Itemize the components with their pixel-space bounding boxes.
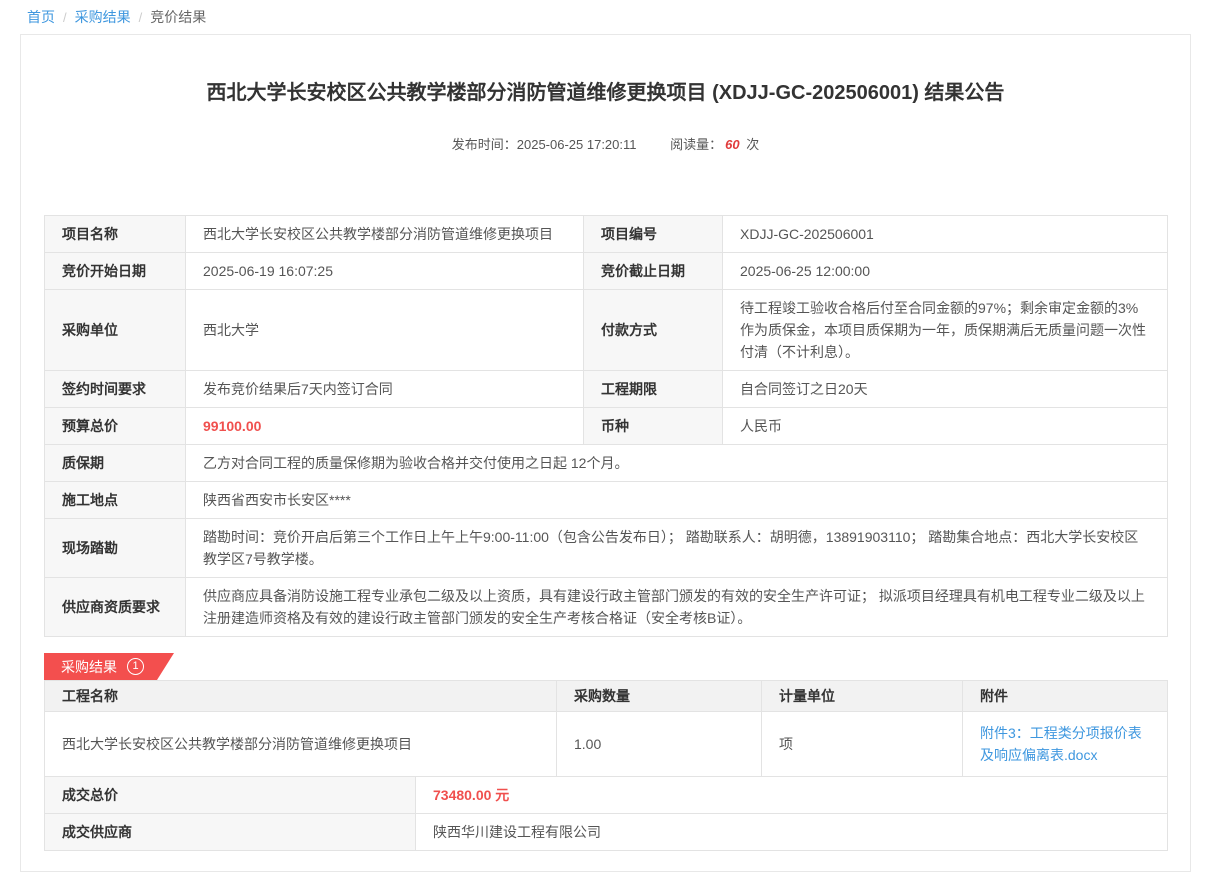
deal-total-value: 73480.00 元 xyxy=(416,777,1168,814)
project-code-value: XDJJ-GC-202506001 xyxy=(723,216,1168,253)
publish-time-label: 发布时间： xyxy=(452,137,517,152)
site-value: 陕西省西安市长安区**** xyxy=(186,482,1168,519)
budget-value: 99100.00 xyxy=(186,408,584,445)
header-attachment: 附件 xyxy=(963,681,1168,712)
deal-supplier-value: 陕西华川建设工程有限公司 xyxy=(416,814,1168,851)
publish-time-value: 2025-06-25 17:20:11 xyxy=(517,137,637,152)
result-unit: 项 xyxy=(762,712,963,777)
signing-time-label: 签约时间要求 xyxy=(45,371,186,408)
page-title: 西北大学长安校区公共教学楼部分消防管道维修更换项目 (XDJJ-GC-20250… xyxy=(104,79,1107,107)
survey-label: 现场踏勘 xyxy=(45,519,186,578)
breadcrumb-section-link[interactable]: 采购结果 xyxy=(75,9,131,25)
survey-value: 踏勘时间：竞价开启后第三个工作日上午上午9:00-11:00（包含公告发布日）；… xyxy=(186,519,1168,578)
views-label: 阅读量： xyxy=(670,137,722,152)
table-row: 质保期 乙方对合同工程的质量保修期为验收合格并交付使用之日起 12个月。 xyxy=(45,445,1168,482)
header-quantity: 采购数量 xyxy=(557,681,762,712)
table-row: 成交总价 73480.00 元 xyxy=(45,777,1168,814)
bid-end-label: 竞价截止日期 xyxy=(584,253,723,290)
result-attachment-cell: 附件3：工程类分项报价表及响应偏离表.docx xyxy=(963,712,1168,777)
table-row: 现场踏勘 踏勘时间：竞价开启后第三个工作日上午上午9:00-11:00（包含公告… xyxy=(45,519,1168,578)
article-meta: 发布时间：2025-06-25 17:20:11 阅读量：60 次 xyxy=(44,134,1167,153)
purchaser-value: 西北大学 xyxy=(186,290,584,371)
views-counter: 阅读量：60 次 xyxy=(670,137,759,152)
bid-start-value: 2025-06-19 16:07:25 xyxy=(186,253,584,290)
bid-end-value: 2025-06-25 12:00:00 xyxy=(723,253,1168,290)
warranty-value: 乙方对合同工程的质量保修期为验收合格并交付使用之日起 12个月。 xyxy=(186,445,1168,482)
result-quantity: 1.00 xyxy=(557,712,762,777)
table-row: 施工地点 陕西省西安市长安区**** xyxy=(45,482,1168,519)
duration-value: 自合同签订之日20天 xyxy=(723,371,1168,408)
publish-time: 发布时间：2025-06-25 17:20:11 xyxy=(452,137,637,152)
table-row: 采购单位 西北大学 付款方式 待工程竣工验收合格后付至合同金额的97%；剩余审定… xyxy=(45,290,1168,371)
breadcrumb-separator: / xyxy=(139,10,143,25)
result-section-badge: 采购结果 1 xyxy=(44,653,174,680)
breadcrumb: 首页 / 采购结果 / 竞价结果 xyxy=(0,0,1211,27)
views-unit: 次 xyxy=(746,137,759,152)
header-unit: 计量单位 xyxy=(762,681,963,712)
qualification-value: 供应商应具备消防设施工程专业承包二级及以上资质，具有建设行政主管部门颁发的有效的… xyxy=(186,578,1168,637)
signing-time-value: 发布竞价结果后7天内签订合同 xyxy=(186,371,584,408)
result-table-header-row: 工程名称 采购数量 计量单位 附件 xyxy=(45,681,1168,712)
payment-label: 付款方式 xyxy=(584,290,723,371)
table-row: 成交供应商 陕西华川建设工程有限公司 xyxy=(45,814,1168,851)
purchaser-label: 采购单位 xyxy=(45,290,186,371)
budget-label: 预算总价 xyxy=(45,408,186,445)
header-project-name: 工程名称 xyxy=(45,681,557,712)
result-table-row: 西北大学长安校区公共教学楼部分消防管道维修更换项目 1.00 项 附件3：工程类… xyxy=(45,712,1168,777)
attachment-link[interactable]: 附件3：工程类分项报价表及响应偏离表.docx xyxy=(980,725,1142,763)
breadcrumb-home-link[interactable]: 首页 xyxy=(27,9,55,25)
bid-start-label: 竞价开始日期 xyxy=(45,253,186,290)
table-row: 竞价开始日期 2025-06-19 16:07:25 竞价截止日期 2025-0… xyxy=(45,253,1168,290)
result-badge-wrap: 采购结果 1 xyxy=(44,653,1167,680)
currency-label: 币种 xyxy=(584,408,723,445)
warranty-label: 质保期 xyxy=(45,445,186,482)
site-label: 施工地点 xyxy=(45,482,186,519)
duration-label: 工程期限 xyxy=(584,371,723,408)
result-table: 工程名称 采购数量 计量单位 附件 西北大学长安校区公共教学楼部分消防管道维修更… xyxy=(44,680,1168,777)
project-info-table: 项目名称 西北大学长安校区公共教学楼部分消防管道维修更换项目 项目编号 XDJJ… xyxy=(44,215,1168,637)
currency-value: 人民币 xyxy=(723,408,1168,445)
table-row: 预算总价 99100.00 币种 人民币 xyxy=(45,408,1168,445)
project-name-label: 项目名称 xyxy=(45,216,186,253)
views-count: 60 xyxy=(725,137,739,152)
result-project-name: 西北大学长安校区公共教学楼部分消防管道维修更换项目 xyxy=(45,712,557,777)
breadcrumb-current: 竞价结果 xyxy=(150,9,206,25)
announcement-card: 西北大学长安校区公共教学楼部分消防管道维修更换项目 (XDJJ-GC-20250… xyxy=(20,34,1191,872)
table-row: 供应商资质要求 供应商应具备消防设施工程专业承包二级及以上资质，具有建设行政主管… xyxy=(45,578,1168,637)
project-code-label: 项目编号 xyxy=(584,216,723,253)
deal-supplier-label: 成交供应商 xyxy=(45,814,416,851)
payment-value: 待工程竣工验收合格后付至合同金额的97%；剩余审定金额的3%作为质保金，本项目质… xyxy=(723,290,1168,371)
table-row: 项目名称 西北大学长安校区公共教学楼部分消防管道维修更换项目 项目编号 XDJJ… xyxy=(45,216,1168,253)
project-name-value: 西北大学长安校区公共教学楼部分消防管道维修更换项目 xyxy=(186,216,584,253)
result-badge-label: 采购结果 xyxy=(61,657,117,677)
result-summary-table: 成交总价 73480.00 元 成交供应商 陕西华川建设工程有限公司 xyxy=(44,776,1168,851)
result-count-badge: 1 xyxy=(127,658,144,675)
breadcrumb-separator: / xyxy=(63,10,67,25)
deal-total-label: 成交总价 xyxy=(45,777,416,814)
table-row: 签约时间要求 发布竞价结果后7天内签订合同 工程期限 自合同签订之日20天 xyxy=(45,371,1168,408)
qualification-label: 供应商资质要求 xyxy=(45,578,186,637)
